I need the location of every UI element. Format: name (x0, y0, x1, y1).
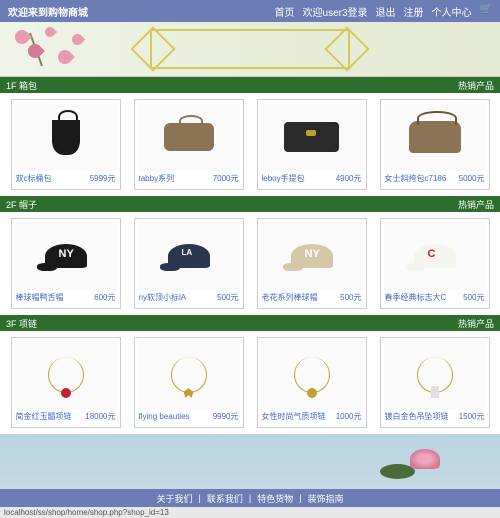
product-card[interactable]: tabby系列 7000元 (134, 99, 244, 190)
product-card[interactable]: NY 老花系列棒球帽 500元 (257, 218, 367, 309)
product-image: LA (138, 222, 240, 290)
product-image: C (384, 222, 486, 290)
product-name[interactable]: 棒球帽鸭舌帽 (16, 292, 64, 303)
product-card[interactable]: flying beauties 9990元 (134, 337, 244, 428)
product-price: 9990元 (213, 411, 239, 422)
product-row-hats: NY 棒球帽鸭舌帽 600元 LA ny软顶小标lA 500元 NY 老花系列棒球帽… (0, 212, 500, 315)
product-price: 5999元 (90, 173, 116, 184)
product-name[interactable]: ny软顶小标lA (139, 292, 187, 303)
product-card[interactable]: 简金红玉髓项链 18000元 (11, 337, 121, 428)
product-price: 18000元 (85, 411, 115, 422)
product-card[interactable]: 女士斜挎包c7186 5000元 (380, 99, 490, 190)
product-name[interactable]: 女性时尚气质项链 (262, 411, 326, 422)
product-price: 7000元 (213, 173, 239, 184)
product-row-necklaces: 简金红玉髓项链 18000元 flying beauties 9990元 女性时尚气… (0, 331, 500, 434)
status-bar: localhost/ss/shop/home/shop.php?shop_id=… (0, 507, 500, 518)
flower-decoration (0, 22, 120, 77)
top-header: 欢迎来到购物商城 首页 欢迎user3登录 退出 注册 个人中心 🛒 (0, 0, 500, 22)
product-name[interactable]: 镀白金色吊坠项链 (385, 411, 449, 422)
product-price: 4900元 (336, 173, 362, 184)
header-nav: 首页 欢迎user3登录 退出 注册 个人中心 🛒 (275, 4, 492, 19)
section-header-bags: 1F 箱包 热销产品 (0, 77, 500, 93)
lotus-decoration (380, 444, 440, 484)
product-image (261, 103, 363, 171)
product-image (138, 341, 240, 409)
nav-user-status: 欢迎user3登录 (303, 4, 368, 19)
product-price: 500元 (340, 292, 361, 303)
product-name[interactable]: leboy手提包 (262, 173, 305, 184)
hot-label[interactable]: 热销产品 (458, 317, 494, 330)
product-image (384, 103, 486, 171)
product-price: 500元 (463, 292, 484, 303)
product-card[interactable]: leboy手提包 4900元 (257, 99, 367, 190)
product-name[interactable]: 女士斜挎包c7186 (385, 173, 447, 184)
footer-promo[interactable]: 特色货物 (257, 492, 293, 505)
product-name[interactable]: 双c标桶包 (16, 173, 52, 184)
cart-icon[interactable]: 🛒 (480, 4, 492, 19)
product-row-bags: 双c标桶包 5999元 tabby系列 7000元 leboy手提包 4900元 女士… (0, 93, 500, 196)
product-image (384, 341, 486, 409)
product-price: 1500元 (459, 411, 485, 422)
product-name[interactable]: 老花系列棒球帽 (262, 292, 318, 303)
nav-logout[interactable]: 退出 (376, 4, 396, 19)
footer-nav: 关于我们| 联系我们| 特色货物| 装饰指南 (0, 489, 500, 507)
footer-guide[interactable]: 装饰指南 (308, 492, 344, 505)
product-card[interactable]: 女性时尚气质项链 1000元 (257, 337, 367, 428)
product-price: 600元 (94, 292, 115, 303)
section-title: 3F 项链 (6, 317, 37, 330)
section-title: 1F 箱包 (6, 79, 37, 92)
product-card[interactable]: 双c标桶包 5999元 (11, 99, 121, 190)
footer-about[interactable]: 关于我们 (156, 492, 192, 505)
hero-banner (0, 22, 500, 77)
product-image (15, 103, 117, 171)
product-image (15, 341, 117, 409)
section-title: 2F 帽子 (6, 198, 37, 211)
nav-register[interactable]: 注册 (404, 4, 424, 19)
product-name[interactable]: flying beauties (139, 412, 190, 421)
product-price: 5000元 (459, 173, 485, 184)
product-image: NY (261, 222, 363, 290)
hot-label[interactable]: 热销产品 (458, 198, 494, 211)
product-price: 1000元 (336, 411, 362, 422)
footer-contact[interactable]: 联系我们 (207, 492, 243, 505)
product-name[interactable]: 春季经典标志大C (385, 292, 447, 303)
product-card[interactable]: LA ny软顶小标lA 500元 (134, 218, 244, 309)
product-image (138, 103, 240, 171)
nav-account[interactable]: 个人中心 (432, 4, 472, 19)
product-image (261, 341, 363, 409)
product-card[interactable]: 镀白金色吊坠项链 1500元 (380, 337, 490, 428)
bottom-banner (0, 434, 500, 489)
product-price: 500元 (217, 292, 238, 303)
section-header-necklaces: 3F 项链 热销产品 (0, 315, 500, 331)
site-title: 欢迎来到购物商城 (8, 4, 88, 19)
product-card[interactable]: NY 棒球帽鸭舌帽 600元 (11, 218, 121, 309)
section-header-hats: 2F 帽子 热销产品 (0, 196, 500, 212)
product-card[interactable]: C 春季经典标志大C 500元 (380, 218, 490, 309)
diamond-frame-icon (150, 29, 350, 69)
product-image: NY (15, 222, 117, 290)
nav-home[interactable]: 首页 (275, 4, 295, 19)
hot-label[interactable]: 热销产品 (458, 79, 494, 92)
product-name[interactable]: 简金红玉髓项链 (16, 411, 72, 422)
product-name[interactable]: tabby系列 (139, 173, 175, 184)
